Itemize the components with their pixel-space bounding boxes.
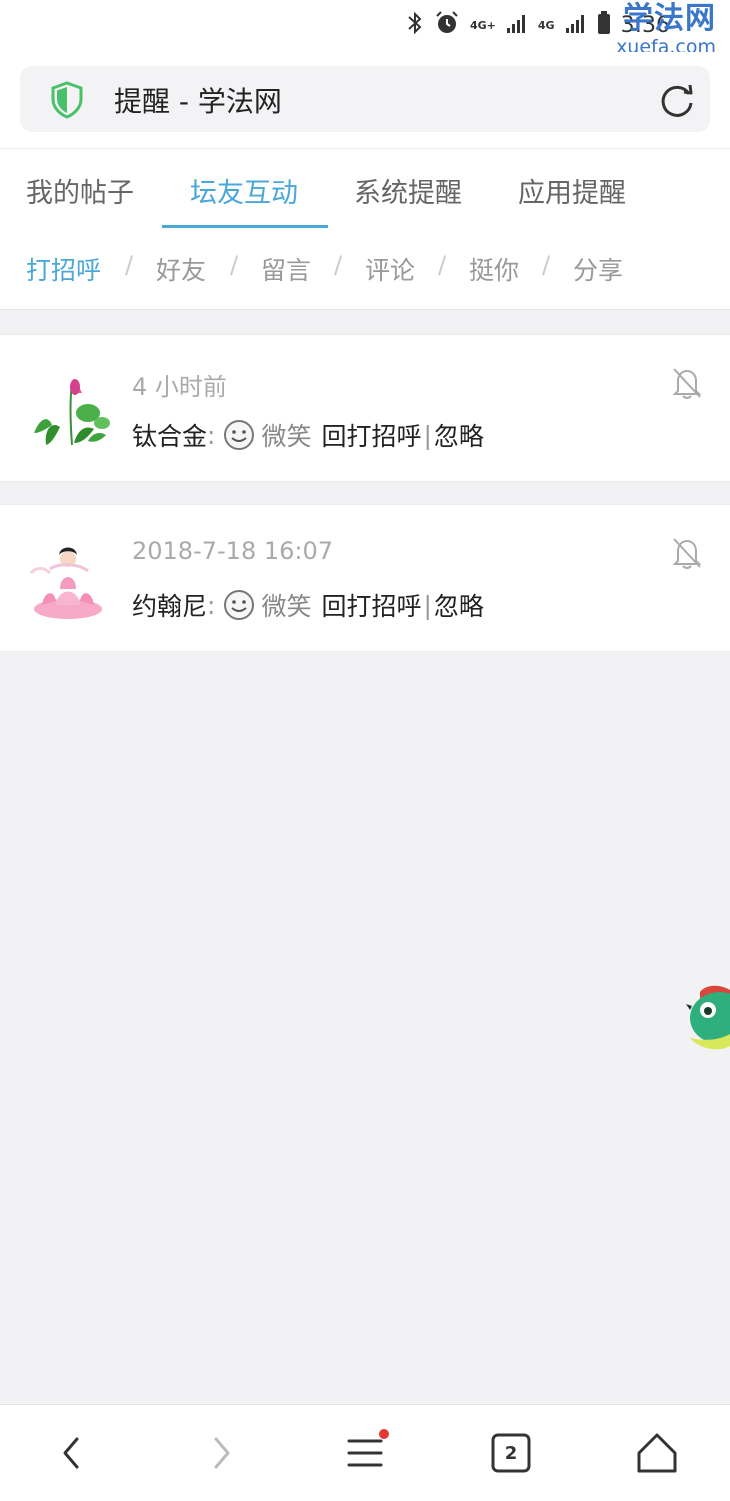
pipe-separator: | bbox=[423, 420, 432, 450]
pipe-separator: | bbox=[423, 590, 432, 620]
subtab-separator: / bbox=[230, 251, 239, 279]
signal-icon bbox=[506, 12, 528, 38]
username-link[interactable]: 约翰尼 bbox=[132, 587, 207, 623]
smile-icon bbox=[223, 419, 255, 451]
home-icon[interactable] bbox=[633, 1429, 681, 1477]
notification-item: 4 小时前 钛合金 : 微笑 回打招呼 | 忽略 bbox=[0, 334, 730, 482]
address-bar-container: 提醒 - 学法网 bbox=[0, 52, 730, 148]
tabs-button[interactable]: 2 bbox=[487, 1429, 535, 1477]
tab-interactions[interactable]: 坛友互动 bbox=[190, 171, 298, 210]
subtab-separator: / bbox=[542, 251, 551, 279]
page-title: 提醒 - 学法网 bbox=[114, 85, 282, 118]
main-tabs: 我的帖子 坛友互动 系统提醒 应用提醒 bbox=[0, 148, 730, 230]
reply-greet-link[interactable]: 回打招呼 bbox=[321, 417, 421, 453]
shield-icon[interactable] bbox=[50, 81, 84, 119]
ignore-link[interactable]: 忽略 bbox=[434, 587, 484, 623]
menu-icon[interactable] bbox=[341, 1429, 389, 1477]
notification-line: 钛合金 : 微笑 回打招呼 | 忽略 bbox=[132, 417, 484, 453]
colon: : bbox=[207, 420, 216, 450]
bluetooth-icon bbox=[406, 11, 424, 39]
emotion-label: 微笑 bbox=[261, 592, 312, 621]
avatar[interactable] bbox=[26, 363, 116, 453]
network-label: 4G+ bbox=[470, 18, 496, 32]
watermark: 学法网 xuefa.com bbox=[616, 4, 716, 57]
battery-icon bbox=[597, 11, 611, 39]
tab-system-reminders[interactable]: 系统提醒 bbox=[354, 171, 462, 210]
floating-mascot-icon[interactable] bbox=[686, 980, 730, 1060]
subtab-messages[interactable]: 留言 bbox=[261, 251, 311, 287]
address-bar[interactable]: 提醒 - 学法网 bbox=[20, 66, 710, 132]
watermark-cn: 学法网 bbox=[623, 1, 716, 36]
notification-time: 4 小时前 bbox=[132, 373, 227, 401]
emotion-label: 微笑 bbox=[261, 422, 312, 451]
tab-my-posts[interactable]: 我的帖子 bbox=[26, 171, 134, 210]
tab-app-reminders[interactable]: 应用提醒 bbox=[518, 171, 626, 210]
active-tab-indicator bbox=[162, 225, 328, 228]
subtab-separator: / bbox=[334, 251, 343, 279]
alarm-icon bbox=[434, 10, 460, 40]
reply-greet-link[interactable]: 回打招呼 bbox=[321, 587, 421, 623]
status-bar: 4G+ 4G 3:36 学法网 xuefa.com bbox=[0, 0, 730, 57]
subtab-comments[interactable]: 评论 bbox=[365, 251, 415, 287]
avatar[interactable] bbox=[26, 533, 116, 623]
colon: : bbox=[207, 590, 216, 620]
notification-time: 2018-7-18 16:07 bbox=[132, 537, 333, 565]
bell-off-icon[interactable] bbox=[670, 535, 704, 571]
signal-icon-2 bbox=[565, 12, 587, 38]
bell-off-icon[interactable] bbox=[670, 365, 704, 401]
back-icon[interactable] bbox=[49, 1429, 97, 1477]
ignore-link[interactable]: 忽略 bbox=[434, 417, 484, 453]
sub-tabs: 打招呼 / 好友 / 留言 / 评论 / 挺你 / 分享 bbox=[0, 229, 730, 310]
subtab-friends[interactable]: 好友 bbox=[156, 251, 206, 287]
reload-icon[interactable] bbox=[658, 81, 696, 119]
tab-count: 2 bbox=[504, 1442, 518, 1464]
subtab-separator: / bbox=[438, 251, 447, 279]
subtab-greet[interactable]: 打招呼 bbox=[26, 251, 101, 287]
smile-icon bbox=[223, 589, 255, 621]
forward-icon[interactable] bbox=[196, 1429, 244, 1477]
subtab-share[interactable]: 分享 bbox=[573, 251, 623, 287]
bottom-navigation: 2 bbox=[0, 1404, 730, 1501]
username-link[interactable]: 钛合金 bbox=[132, 417, 207, 453]
subtab-separator: / bbox=[125, 251, 134, 279]
notification-line: 约翰尼 : 微笑 回打招呼 | 忽略 bbox=[132, 587, 484, 623]
notification-item: 2018-7-18 16:07 约翰尼 : 微笑 回打招呼 | 忽略 bbox=[0, 504, 730, 652]
network-label-2: 4G bbox=[537, 18, 555, 32]
subtab-support[interactable]: 挺你 bbox=[469, 251, 519, 287]
